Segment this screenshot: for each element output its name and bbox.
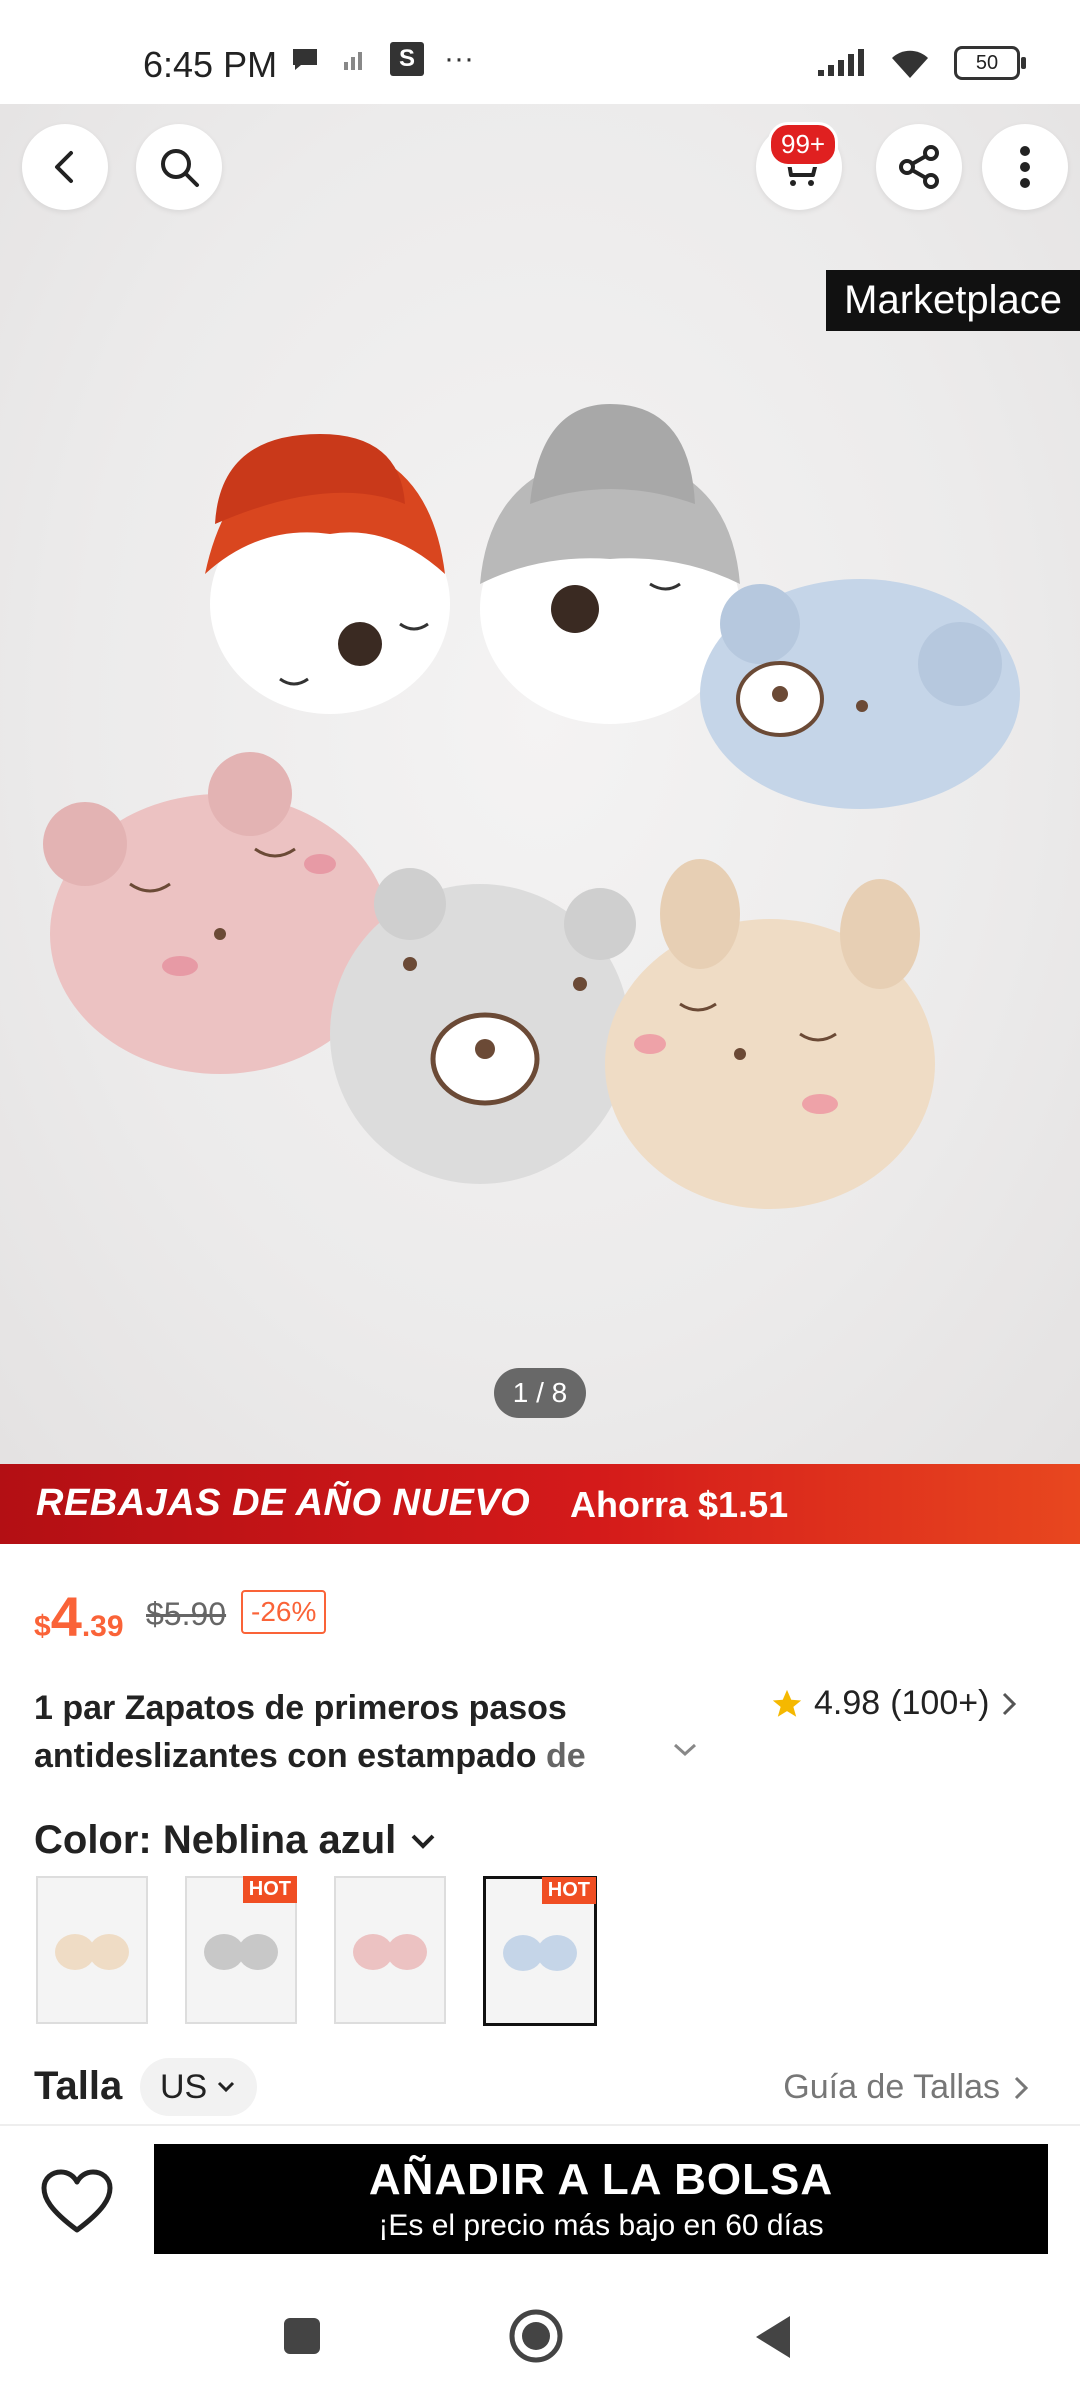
battery-level: 50 — [975, 51, 999, 74]
size-unit-value: US — [160, 2067, 208, 2106]
swatch-image — [353, 1934, 427, 1970]
hot-badge: HOT — [541, 1877, 596, 1904]
back-arrow-icon — [55, 151, 73, 183]
size-guide-link[interactable]: Guía de Tallas — [783, 2068, 1030, 2107]
product-title[interactable]: 1 par Zapatos de primeros pasos antidesl… — [34, 1684, 594, 1780]
chevron-down-icon — [411, 1834, 435, 1849]
more-notifications-icon: ··· — [444, 42, 474, 75]
chat-icon — [293, 49, 317, 70]
wishlist-heart-icon[interactable] — [40, 2168, 114, 2234]
color-label: Color: Neblina azul — [34, 1818, 397, 1862]
expand-title-icon[interactable] — [670, 1740, 700, 1760]
price-decimal: .39 — [81, 1610, 124, 1643]
back-nav-button[interactable] — [750, 2312, 794, 2362]
back-button[interactable] — [22, 124, 108, 210]
color-swatch-blue[interactable]: HOT — [483, 1876, 597, 2026]
recents-button[interactable] — [280, 2314, 324, 2358]
promo-banner[interactable]: REBAJAS DE AÑO NUEVO Ahorra $1.51 — [0, 1464, 1080, 1544]
star-icon — [772, 1689, 802, 1717]
size-unit-selector[interactable]: US — [140, 2058, 258, 2116]
search-icon — [161, 149, 199, 187]
price-currency: $ — [34, 1610, 51, 1643]
title-line-1: 1 par Zapatos de primeros pasos — [34, 1689, 567, 1727]
price-integer: 4 — [50, 1585, 82, 1648]
product-image-gallery[interactable]: 99+ Marketplace 1 / 8 — [0, 104, 1080, 1464]
lowest-price-note: ¡Es el precio más bajo en 60 días — [378, 2209, 824, 2242]
search-button[interactable] — [136, 124, 222, 210]
status-bar: 6:45 PM S ··· 50 — [0, 0, 1080, 104]
add-to-bag-label: AÑADIR A LA BOLSA — [368, 2155, 834, 2204]
color-selector-label[interactable]: Color: Neblina azul — [34, 1818, 438, 1863]
cell-signal-icon — [818, 49, 864, 76]
more-options-button[interactable] — [982, 124, 1068, 210]
title-line-2: antideslizantes con estampado — [34, 1737, 547, 1775]
chevron-right-icon — [1014, 2076, 1029, 2099]
system-nav-bar — [0, 2274, 1080, 2400]
color-swatch-gray[interactable]: HOT — [185, 1876, 297, 2024]
s-app-icon: S — [390, 42, 424, 76]
rating-summary[interactable]: 4.98 (100+) — [770, 1684, 1019, 1723]
chevron-down-icon — [218, 2081, 235, 2093]
promo-title: REBAJAS DE AÑO NUEVO — [36, 1482, 531, 1524]
battery-icon: 50 — [954, 46, 1026, 80]
title-fade: de — [546, 1737, 586, 1775]
cart-badge: 99+ — [768, 122, 839, 167]
status-right: 50 — [816, 46, 1026, 80]
share-button[interactable] — [876, 124, 962, 210]
more-vertical-icon — [1020, 146, 1030, 188]
chevron-right-icon — [1003, 1692, 1017, 1715]
review-count: (100+) — [890, 1684, 990, 1722]
status-extras: S ··· — [290, 42, 474, 76]
marketplace-tag: Marketplace — [826, 270, 1080, 331]
image-counter: 1 / 8 — [494, 1368, 586, 1418]
size-guide-label: Guía de Tallas — [783, 2068, 1000, 2106]
color-swatch-beige[interactable] — [36, 1876, 148, 2024]
original-price: $5.90 — [146, 1596, 227, 1632]
share-icon — [899, 145, 939, 189]
home-button[interactable] — [506, 2306, 566, 2366]
signal-q-icon — [344, 52, 362, 70]
color-swatch-pink[interactable] — [334, 1876, 446, 2024]
rating-value: 4.98 — [814, 1684, 881, 1722]
wifi-icon — [892, 50, 928, 78]
promo-savings: Ahorra $1.51 — [570, 1484, 789, 1525]
add-to-bag-button[interactable]: AÑADIR A LA BOLSA ¡Es el precio más bajo… — [154, 2144, 1048, 2254]
swatch-image — [55, 1934, 129, 1970]
status-time: 6:45 PM — [143, 44, 278, 85]
swatch-image — [503, 1935, 577, 1971]
size-label: Talla — [34, 2064, 123, 2108]
hot-badge: HOT — [242, 1876, 297, 1903]
discount-badge: -26% — [241, 1590, 327, 1634]
swatch-image — [204, 1934, 278, 1970]
current-price: $4.39 — [34, 1584, 124, 1649]
